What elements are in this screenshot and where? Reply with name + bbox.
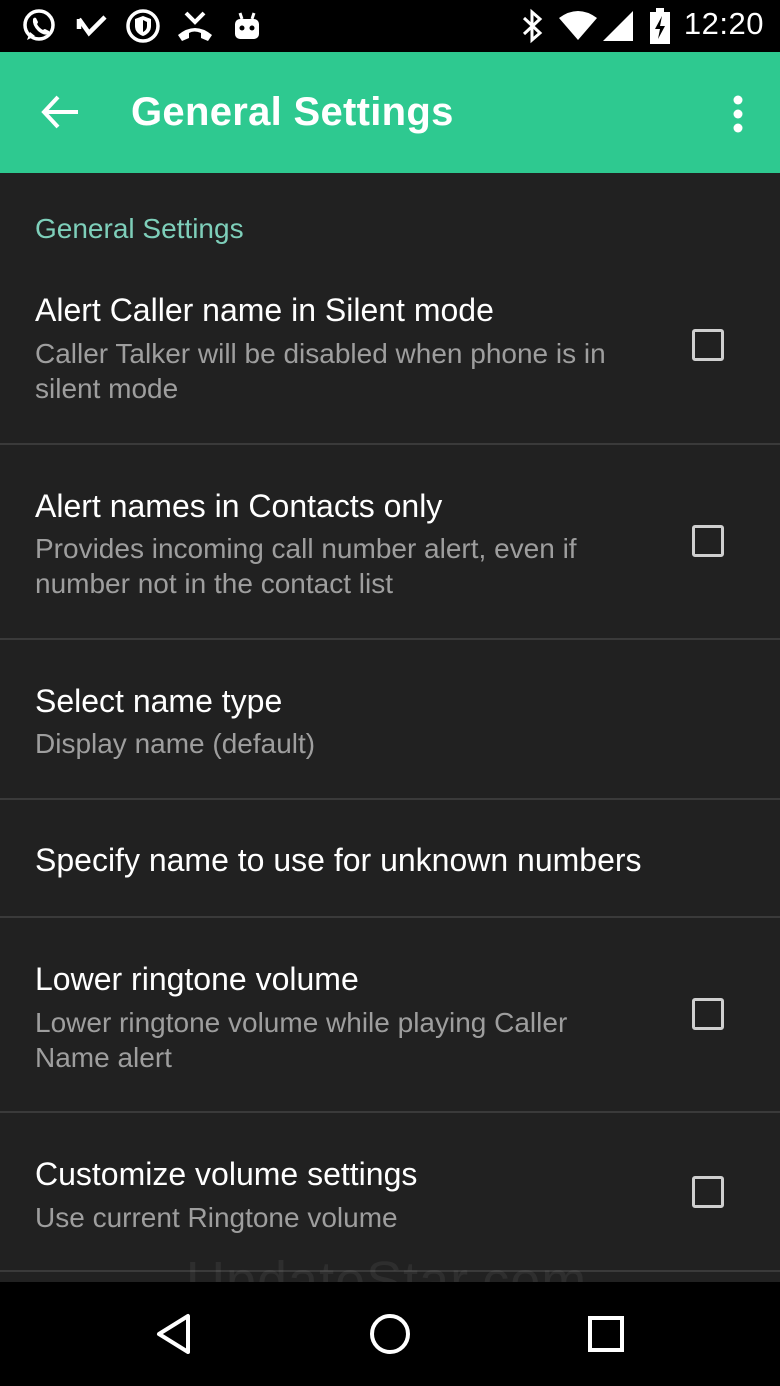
missed-call-icon	[74, 8, 110, 44]
overflow-menu-icon[interactable]	[718, 88, 758, 140]
app-bar: General Settings	[0, 52, 780, 173]
bluetooth-icon	[518, 8, 548, 44]
contacts-only-checkbox[interactable]	[692, 525, 724, 557]
nav-home-icon[interactable]	[360, 1304, 420, 1364]
pref-title: Specify name to use for unknown numbers	[35, 842, 642, 878]
pref-title: Customize volume settings	[35, 1156, 418, 1192]
call-end-icon	[176, 8, 214, 44]
category-header: General Settings	[35, 213, 244, 244]
pref-silent-mode[interactable]: Alert Caller name in Silent mode Caller …	[0, 268, 780, 445]
pref-summary: Use current Ringtone volume	[35, 1202, 398, 1233]
pref-title: Select name type	[35, 683, 283, 719]
pref-customize-volume[interactable]: Customize volume settings Use current Ri…	[0, 1113, 780, 1272]
pref-title: Alert names in Contacts only	[35, 488, 443, 524]
status-bar: 12:20	[0, 0, 780, 52]
pref-summary: Lower ringtone volume while playing Call…	[35, 1007, 568, 1073]
silent-mode-checkbox[interactable]	[692, 329, 724, 361]
lower-ringtone-checkbox[interactable]	[692, 998, 724, 1030]
customize-volume-checkbox[interactable]	[692, 1176, 724, 1208]
pref-title: Lower ringtone volume	[35, 961, 359, 997]
pref-summary: Provides incoming call number alert, eve…	[35, 533, 577, 599]
pref-summary: Caller Talker will be disabled when phon…	[35, 338, 606, 404]
pref-contacts-only[interactable]: Alert names in Contacts only Provides in…	[0, 445, 780, 640]
pref-unknown-numbers-name[interactable]: Specify name to use for unknown numbers	[0, 800, 780, 918]
android-icon	[232, 8, 262, 44]
status-time: 12:20	[683, 6, 764, 41]
pref-lower-ringtone[interactable]: Lower ringtone volume Lower ringtone vol…	[0, 918, 780, 1113]
whatsapp-icon	[20, 8, 58, 44]
vpn-shield-icon	[124, 8, 162, 44]
nav-recents-icon[interactable]	[576, 1304, 636, 1364]
back-arrow-icon[interactable]	[30, 82, 90, 142]
nav-back-icon[interactable]	[144, 1304, 204, 1364]
pref-title: Alert Caller name in Silent mode	[35, 292, 494, 328]
pref-name-type[interactable]: Select name type Display name (default)	[0, 640, 780, 800]
navigation-bar	[0, 1282, 780, 1386]
page-title: General Settings	[131, 90, 454, 134]
pref-summary: Display name (default)	[35, 728, 316, 759]
wifi-icon	[558, 8, 598, 44]
signal-icon	[600, 8, 636, 44]
battery-icon	[648, 8, 672, 44]
